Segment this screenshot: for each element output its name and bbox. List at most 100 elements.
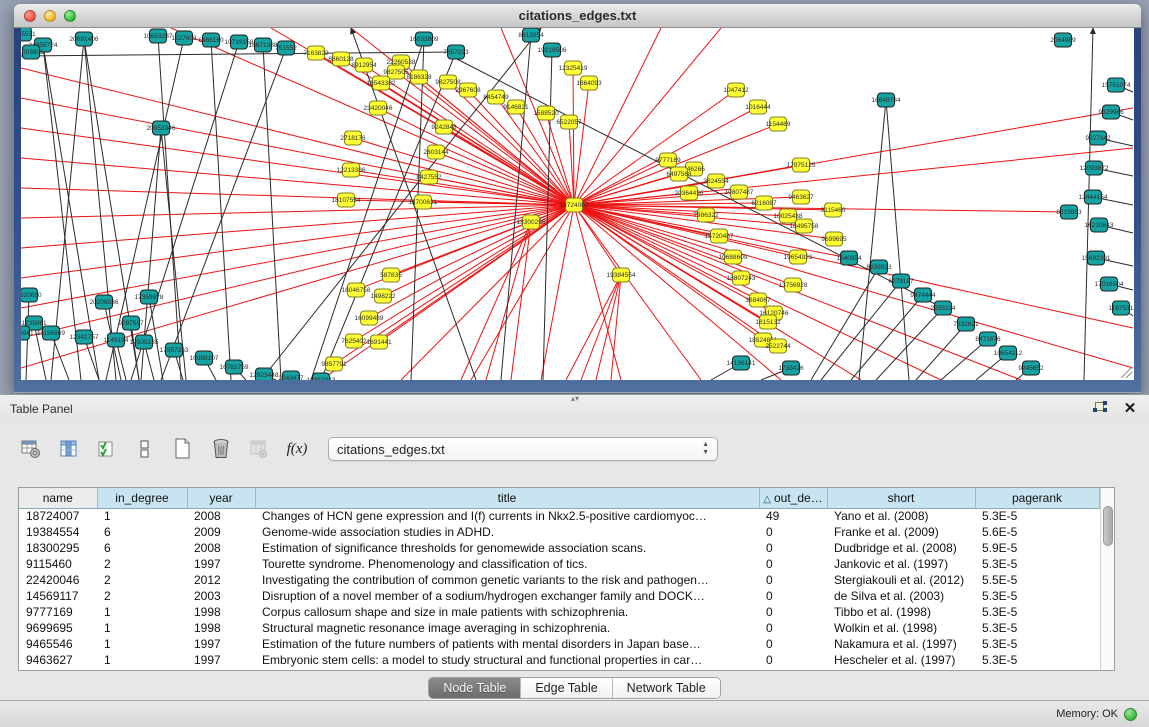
graph-node[interactable]: 1016444 [745,100,771,114]
table-row[interactable]: 1872400712008Changes of HCN gene express… [19,508,1099,524]
graph-node[interactable]: 9777169 [655,153,681,167]
black-edge[interactable] [886,100,909,380]
table-cell[interactable]: 9777169 [19,604,97,620]
table-cell[interactable]: 0 [759,540,827,556]
graph-node[interactable]: 17957253 [160,343,189,357]
table-cell[interactable]: Structural magnetic resonance image aver… [255,620,759,636]
table-cell[interactable]: Jankovic et al. (1997) [827,556,975,572]
graph-node[interactable]: 9242848 [431,120,457,134]
table-cell[interactable]: Stergiakouli et al. (2012) [827,572,975,588]
graph-node[interactable]: 2043477 [278,371,304,380]
black-edge[interactable] [859,100,886,380]
graph-node[interactable]: 16958107 [190,351,219,365]
table-cell[interactable]: 5.6E-5 [975,524,1099,540]
graph-node[interactable]: 1527602 [171,31,197,45]
table-cell[interactable]: 2012 [187,572,255,588]
graph-node[interactable]: 6466160 [198,33,224,47]
table-cell[interactable]: 5.3E-5 [975,604,1099,620]
table-cell[interactable]: 9465546 [19,636,97,652]
table-cell[interactable]: 9115460 [19,556,97,572]
graph-node[interactable]: 12093872 [1080,161,1109,175]
graph-node[interactable]: 17016504 [1095,277,1124,291]
red-edge[interactable] [436,152,574,205]
graph-node[interactable]: 3684067 [745,293,771,307]
graph-node[interactable]: 20691406 [70,32,99,46]
table-cell[interactable]: 2008 [187,540,255,556]
table-cell[interactable]: 1997 [187,556,255,572]
show-columns-button[interactable] [56,436,82,462]
graph-node[interactable]: 8427552 [416,170,442,184]
graph-node[interactable]: 16046758 [342,283,371,297]
table-cell[interactable]: Estimation of the future numbers of pati… [255,636,759,652]
red-edge[interactable] [541,205,574,380]
graph-node[interactable]: 587835 [380,268,402,282]
close-panel-icon[interactable]: ✕ [1121,401,1139,417]
graph-node[interactable]: 16033809 [410,32,439,46]
table-cell[interactable]: 1997 [187,636,255,652]
graph-node[interactable]: 8912954 [351,58,377,72]
table-cell[interactable]: 6 [97,524,187,540]
table-cell[interactable]: 19384554 [19,524,97,540]
graph-node[interactable]: 19384554 [607,268,636,282]
tab-network-table[interactable]: Network Table [613,678,720,698]
window-titlebar[interactable]: citations_edges.txt [14,4,1141,28]
graph-node[interactable]: 9857791 [321,357,347,371]
table-cell[interactable]: 5.9E-5 [975,540,1099,556]
table-cell[interactable]: 0 [759,588,827,604]
graph-node[interactable]: 9097587 [118,316,144,330]
graph-node[interactable]: 10653287 [144,29,173,43]
graph-node[interactable]: 1864093 [576,76,602,90]
graph-node[interactable]: 16648784 [872,93,901,107]
table-cell[interactable]: Genome-wide association studies in ADHD. [255,524,759,540]
red-edge[interactable] [351,170,574,205]
graph-node[interactable]: 9245652 [1018,361,1044,375]
graph-node[interactable]: 9227342 [1085,131,1111,145]
graph-node[interactable]: 12923448 [250,368,279,380]
graph-node[interactable]: 10688609 [719,250,748,264]
network-canvas[interactable]: 2405572420691406106532871527602646616010… [21,28,1134,380]
graph-node[interactable]: 12342757 [70,330,99,344]
table-row[interactable]: 1456911722003Disruption of a novel membe… [19,588,1099,604]
table-cell[interactable]: 5.3E-5 [975,636,1099,652]
column-header-pagerank[interactable]: pagerank [975,488,1099,508]
table-cell[interactable]: Estimation of significance thresholds fo… [255,540,759,556]
table-row[interactable]: 969969511998Structural magnetic resonanc… [19,620,1099,636]
table-cell[interactable]: 9463627 [19,652,97,668]
table-cell[interactable]: 0 [759,620,827,636]
table-cell[interactable]: Tourette syndrome. Phenomenology and cla… [255,556,759,572]
column-header-short[interactable]: short [827,488,975,508]
minimize-window-icon[interactable] [44,10,56,22]
graph-node[interactable]: 9699695 [821,232,847,246]
graph-node[interactable]: 2718176 [340,131,366,145]
column-header-out_de[interactable]: △out_de… [759,488,827,508]
table-cell[interactable]: 2 [97,556,187,572]
table-cell[interactable]: 2009 [187,524,255,540]
graph-node[interactable]: 12325419 [559,61,588,75]
graph-node[interactable]: 2522744 [765,339,791,353]
tab-edge-table[interactable]: Edge Table [521,678,612,698]
red-edge[interactable] [21,188,574,205]
graph-node[interactable]: 1733426 [778,361,804,375]
graph-node[interactable]: 2967608 [455,83,481,97]
table-cell[interactable]: Tibbo et al. (1998) [827,604,975,620]
table-cell[interactable]: 18300295 [19,540,97,556]
graph-node[interactable]: 7857223 [443,45,469,59]
graph-node[interactable]: 2935114 [931,301,956,315]
table-cell[interactable]: 0 [759,556,827,572]
table-cell[interactable]: Wolkin et al. (1998) [827,620,975,636]
table-cell[interactable]: 1 [97,508,187,524]
graph-node[interactable]: 8860128 [328,52,354,66]
hide-columns-button[interactable] [132,436,158,462]
graph-node[interactable]: 14136141 [727,356,756,370]
graph-node[interactable]: 19218506 [538,43,567,57]
graph-node[interactable]: 20364436 [675,186,704,200]
table-cell[interactable]: 18724007 [19,508,97,524]
red-edge[interactable] [21,205,574,338]
graph-node[interactable]: 16352343 [307,373,336,380]
red-edge[interactable] [574,205,701,380]
graph-node[interactable]: 17975125 [787,158,816,172]
table-cell[interactable]: 5.3E-5 [975,620,1099,636]
graph-node[interactable]: 2015531 [21,28,36,41]
graph-node[interactable]: 8813054 [518,28,544,42]
column-header-title[interactable]: title [255,488,759,508]
